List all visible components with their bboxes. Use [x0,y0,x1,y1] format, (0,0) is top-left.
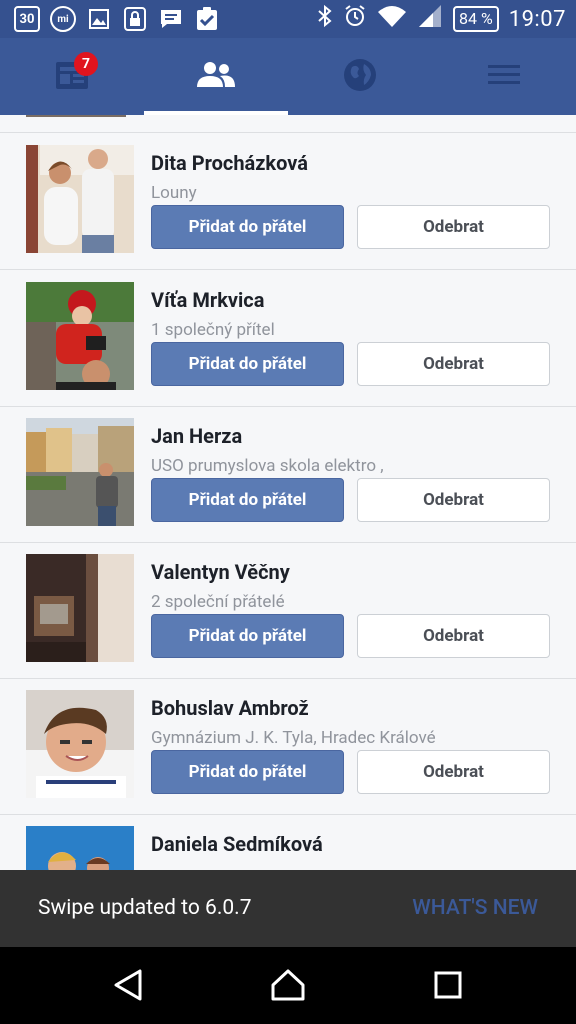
clock: 19:07 [508,6,566,32]
tab-menu[interactable] [432,38,576,115]
message-icon [158,6,184,32]
person-name[interactable]: Daniela Sedmíková [151,832,323,856]
person-name[interactable]: Dita Procházková [151,151,308,175]
remove-button[interactable]: Odebrat [357,478,550,522]
top-nav-bar: 7 [0,38,576,115]
list-item: Dita Procházková Louny Přidat do přátel … [0,133,576,270]
person-subtitle: Louny [151,183,197,203]
whats-new-button[interactable]: WHAT'S NEW [412,896,538,920]
bluetooth-icon [317,4,333,34]
globe-icon [343,58,377,96]
remove-button[interactable]: Odebrat [357,750,550,794]
person-name[interactable]: Bohuslav Ambrož [151,696,309,720]
add-friend-button[interactable]: Přidat do přátel [151,614,344,658]
person-name[interactable]: Víťa Mrkvica [151,288,264,312]
list-item: Bohuslav Ambrož Gymnázium J. K. Tyla, Hr… [0,678,576,815]
status-bar-system: 84 % 19:07 [317,4,566,34]
add-friend-button[interactable]: Přidat do přátel [151,750,344,794]
snackbar-message: Swipe updated to 6.0.7 [38,896,252,920]
tab-news-feed[interactable]: 7 [0,38,144,115]
battery-indicator: 84 % [453,6,499,32]
remove-button[interactable]: Odebrat [357,205,550,249]
profile-photo[interactable] [26,418,134,526]
person-subtitle: USO prumyslova skola elektro , [151,456,384,476]
image-icon [86,6,112,32]
list-item: Daniela Sedmíková [0,814,576,870]
list-item: Jan Herza USO prumyslova skola elektro ,… [0,406,576,543]
update-snackbar: Swipe updated to 6.0.7 WHAT'S NEW [0,870,576,947]
system-navigation-bar [0,947,576,1024]
status-bar-notifications: 30 mi [14,6,220,32]
calendar-icon: 30 [14,6,40,32]
remove-button[interactable]: Odebrat [357,342,550,386]
wifi-icon [377,4,407,34]
person-name[interactable]: Valentyn Věčny [151,560,290,584]
person-subtitle: 2 společní přátelé [151,592,285,612]
remove-button[interactable]: Odebrat [357,614,550,658]
list-item: Víťa Mrkvica 1 společný přítel Přidat do… [0,270,576,407]
tab-friend-requests[interactable] [144,38,288,115]
profile-photo[interactable] [26,145,134,253]
previous-item-photo-edge [26,115,126,117]
profile-photo[interactable] [26,826,134,870]
add-friend-button[interactable]: Přidat do přátel [151,478,344,522]
home-button[interactable] [268,967,308,1007]
list-item: Valentyn Věčny 2 společní přátelé Přidat… [0,542,576,679]
profile-photo[interactable] [26,282,134,390]
add-friend-button[interactable]: Přidat do přátel [151,205,344,249]
hamburger-menu-icon [488,64,520,90]
person-name[interactable]: Jan Herza [151,424,242,448]
profile-photo[interactable] [26,554,134,662]
cell-signal-icon [417,4,443,34]
square-icon [434,971,462,1003]
friends-icon [196,61,236,93]
alarm-icon [343,4,367,34]
friend-suggestions-list[interactable]: Dita Procházková Louny Přidat do přátel … [0,115,576,870]
back-triangle-icon [113,969,143,1005]
notification-badge: 7 [74,52,98,76]
tab-notifications[interactable] [288,38,432,115]
profile-photo[interactable] [26,690,134,798]
clipboard-check-icon [194,6,220,32]
back-button[interactable] [108,967,148,1007]
lock-icon [122,6,148,32]
person-subtitle: 1 společný přítel [151,320,275,340]
add-friend-button[interactable]: Přidat do přátel [151,342,344,386]
status-bar: 30 mi 84 % 19:07 [0,0,576,38]
mi-app-icon: mi [50,6,76,32]
recent-apps-button[interactable] [428,967,468,1007]
home-icon [271,969,305,1005]
person-subtitle: Gymnázium J. K. Tyla, Hradec Králové [151,728,436,748]
